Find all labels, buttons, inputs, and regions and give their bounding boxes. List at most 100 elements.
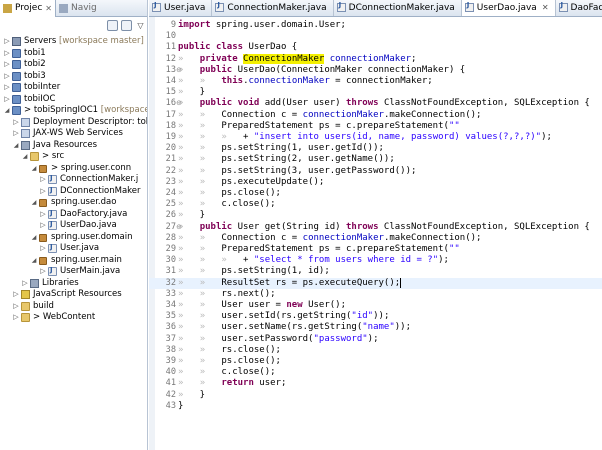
- expanded-arrow-icon[interactable]: ◢: [30, 255, 38, 267]
- tree-item[interactable]: ▷ ConnectionMaker.j: [0, 173, 147, 186]
- code-line[interactable]: 20» » ps.setString(1, user.getId());: [149, 143, 602, 154]
- editor-tab-label: DaoFactory.jav: [570, 2, 602, 13]
- collapsed-arrow-icon[interactable]: ▷: [39, 220, 47, 232]
- close-tab-icon[interactable]: ✕: [45, 4, 52, 13]
- collapsed-arrow-icon[interactable]: ▷: [39, 266, 47, 278]
- collapsed-arrow-icon[interactable]: ▷: [39, 186, 47, 198]
- code-line[interactable]: 22» » ps.setString(3, user.getPassword()…: [149, 166, 602, 177]
- collapsed-arrow-icon[interactable]: ▷: [3, 94, 11, 106]
- code-line[interactable]: 26» }: [149, 210, 602, 221]
- collapsed-arrow-icon[interactable]: ▷: [3, 48, 11, 60]
- expanded-arrow-icon[interactable]: ◢: [30, 232, 38, 244]
- code-line[interactable]: 41» » return user;: [149, 378, 602, 389]
- collapsed-arrow-icon[interactable]: ▷: [39, 209, 47, 221]
- tree-item[interactable]: ▷ JavaScript Resources: [0, 289, 147, 301]
- editor-tab[interactable]: DConnectionMaker.java: [334, 0, 462, 16]
- code-line[interactable]: 17» » Connection c = connectionMaker.mak…: [149, 110, 602, 121]
- code-line[interactable]: 32» » ResultSet rs = ps.executeQuery();: [149, 277, 602, 289]
- tree-item[interactable]: ▷ DConnectionMaker: [0, 185, 147, 198]
- collapsed-arrow-icon[interactable]: ▷: [12, 128, 20, 140]
- editor-tab[interactable]: DaoFactory.jav: [556, 0, 602, 16]
- collapsed-arrow-icon[interactable]: ▷: [12, 117, 20, 129]
- expanded-arrow-icon[interactable]: ◢: [3, 105, 11, 117]
- code-line[interactable]: 12» private ConnectionMaker connectionMa…: [149, 53, 602, 65]
- code-line[interactable]: 29» » PreparedStatement ps = c.prepareSt…: [149, 244, 602, 255]
- code-line[interactable]: 9 import spring.user.domain.User;: [149, 20, 602, 31]
- collapsed-arrow-icon[interactable]: ▷: [3, 36, 11, 48]
- tree-item[interactable]: ▷ tobiInter: [0, 82, 147, 94]
- editor-tab[interactable]: User.java: [149, 0, 213, 16]
- code-line[interactable]: 42» }: [149, 390, 602, 401]
- tree-item[interactable]: ◢ Java Resources: [0, 140, 147, 152]
- code-line[interactable]: 39» » ps.close();: [149, 356, 602, 367]
- tree-item[interactable]: ▷ tobi2: [0, 59, 147, 71]
- code-line[interactable]: 11 public class UserDao {: [149, 42, 602, 53]
- tree-item[interactable]: ◢ > src: [0, 151, 147, 163]
- code-line[interactable]: 34» » User user = new User();: [149, 300, 602, 311]
- code-line[interactable]: 31» » ps.setString(1, id);: [149, 266, 602, 277]
- tree-item[interactable]: ▷ Deployment Descriptor: tobiS: [0, 117, 147, 129]
- tree-item[interactable]: ▷ tobiIOC: [0, 94, 147, 106]
- tree-item[interactable]: ▷ Libraries: [0, 278, 147, 290]
- editor-tab[interactable]: ConnectionMaker.java: [212, 0, 334, 16]
- expanded-arrow-icon[interactable]: ◢: [12, 140, 20, 152]
- code-line[interactable]: 16 ⊖» public void add(User user) throws C…: [149, 98, 602, 109]
- collapsed-arrow-icon[interactable]: ▷: [39, 174, 47, 186]
- tree-item[interactable]: ▷ > WebContent: [0, 312, 147, 324]
- collapsed-arrow-icon[interactable]: ▷: [12, 289, 20, 301]
- tree-item[interactable]: ◢ spring.user.main: [0, 255, 147, 267]
- link-with-editor-icon[interactable]: [121, 19, 132, 31]
- collapsed-arrow-icon[interactable]: ▷: [39, 243, 47, 255]
- code-line[interactable]: 24» » ps.close();: [149, 188, 602, 199]
- collapse-all-icon[interactable]: [107, 19, 118, 31]
- tree-item[interactable]: ▷ tobi1: [0, 48, 147, 60]
- collapsed-arrow-icon[interactable]: ▷: [3, 71, 11, 83]
- code-line[interactable]: 19» » » + "insert into users(id, name, p…: [149, 132, 602, 143]
- code-line[interactable]: 18» » PreparedStatement ps = c.prepareSt…: [149, 121, 602, 132]
- code-line[interactable]: 43}: [149, 401, 602, 412]
- tab-projec[interactable]: Projec ✕: [0, 0, 56, 17]
- code-line[interactable]: 30» » » + "select * from users where id …: [149, 255, 602, 266]
- tree-item[interactable]: ▷ User.java: [0, 242, 147, 255]
- tab-navig[interactable]: Navig: [56, 0, 100, 17]
- tree-item[interactable]: ▷ JAX-WS Web Services: [0, 128, 147, 140]
- tree-item[interactable]: ◢ spring.user.domain: [0, 232, 147, 244]
- collapsed-arrow-icon[interactable]: ▷: [12, 301, 20, 313]
- code-line[interactable]: 10: [149, 31, 602, 42]
- code-line[interactable]: 37» » user.setPassword("password");: [149, 334, 602, 345]
- expanded-arrow-icon[interactable]: ◢: [30, 163, 38, 175]
- code-line[interactable]: 13 ⊖» public UserDao(ConnectionMaker conn…: [149, 65, 602, 76]
- code-line[interactable]: 27 ⊖» public User get(String id) throws C…: [149, 222, 602, 233]
- collapsed-arrow-icon[interactable]: ▷: [3, 59, 11, 71]
- code-line[interactable]: 36» » user.setName(rs.getString("name"))…: [149, 322, 602, 333]
- code-line[interactable]: 15» }: [149, 87, 602, 98]
- code-line[interactable]: 33» » rs.next();: [149, 289, 602, 300]
- code-line[interactable]: 25» » c.close();: [149, 199, 602, 210]
- collapsed-arrow-icon[interactable]: ▷: [3, 82, 11, 94]
- code-text: import spring.user.domain.User;: [178, 20, 346, 30]
- collapsed-arrow-icon[interactable]: ▷: [12, 312, 20, 324]
- code-area[interactable]: 9 import spring.user.domain.User; 10 11 publ…: [149, 17, 602, 450]
- editor-tab[interactable]: UserDao.java ✕: [461, 0, 556, 16]
- tree-item[interactable]: ▷ tobi3: [0, 71, 147, 83]
- code-line[interactable]: 35» » user.setId(rs.getString("id"));: [149, 311, 602, 322]
- tree-item[interactable]: ▷ UserDao.java: [0, 219, 147, 232]
- tree-item[interactable]: ◢ spring.user.dao: [0, 197, 147, 209]
- code-line[interactable]: 14» » this.connectionMaker = connectionM…: [149, 76, 602, 87]
- collapsed-arrow-icon[interactable]: ▷: [21, 278, 29, 290]
- code-line[interactable]: 21» » ps.setString(2, user.getName());: [149, 154, 602, 165]
- expanded-arrow-icon[interactable]: ◢: [30, 197, 38, 209]
- expanded-arrow-icon[interactable]: ◢: [21, 151, 29, 163]
- tree-item[interactable]: ▷ Servers [workspace master]: [0, 36, 147, 48]
- tree-item[interactable]: ▷ UserMain.java: [0, 265, 147, 278]
- code-line[interactable]: 28» » Connection c = connectionMaker.mak…: [149, 233, 602, 244]
- tree-item[interactable]: ▷ build: [0, 301, 147, 313]
- close-tab-icon[interactable]: ✕: [542, 3, 549, 12]
- tree-item[interactable]: ▷ DaoFactory.java: [0, 208, 147, 221]
- code-line[interactable]: 40» » c.close();: [149, 367, 602, 378]
- tree-item[interactable]: ◢ > tobiSpringIOC1 [workspace m: [0, 105, 147, 117]
- view-menu-icon[interactable]: ▽: [135, 20, 146, 31]
- code-line[interactable]: 23» » ps.executeUpdate();: [149, 177, 602, 188]
- tree-item[interactable]: ◢ > spring.user.conn: [0, 163, 147, 175]
- code-line[interactable]: 38» » rs.close();: [149, 345, 602, 356]
